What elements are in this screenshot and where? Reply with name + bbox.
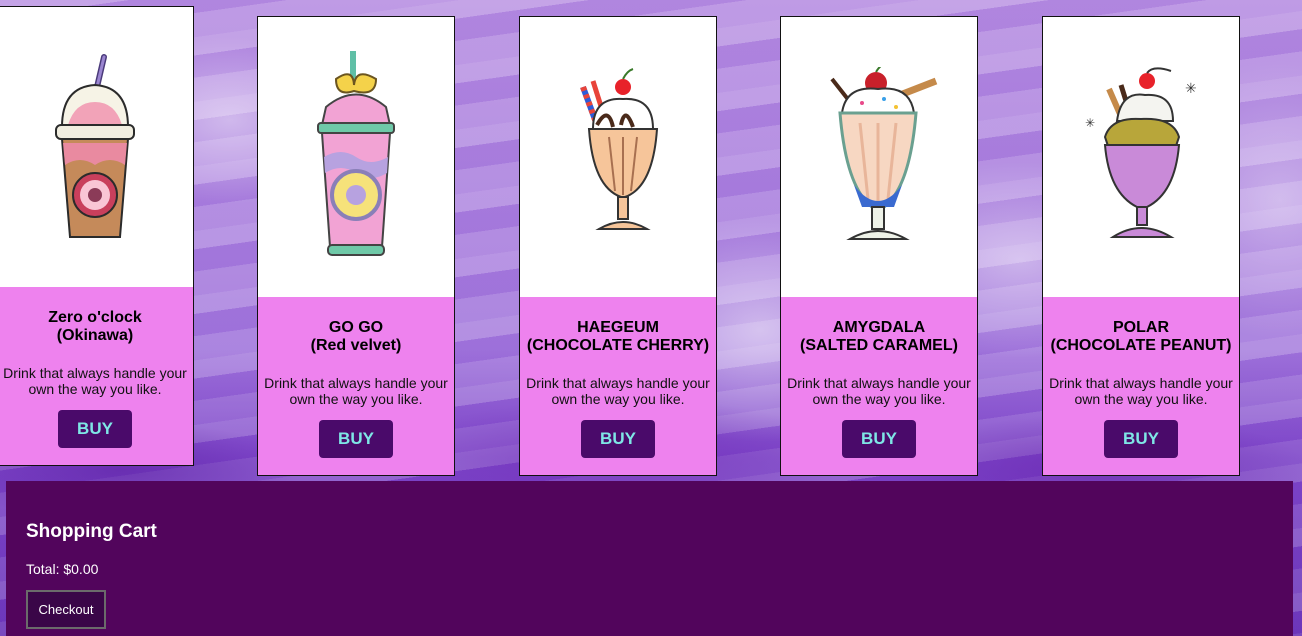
svg-text:✳: ✳ [1185,81,1197,97]
buy-button[interactable]: BUY [319,420,393,458]
product-name: AMYGDALA (SALTED CARAMEL) [800,319,958,354]
product-image [0,7,193,287]
product-description: Drink that always handle your own the wa… [787,375,971,407]
cart-total: Total: $0.00 [26,561,99,577]
product-description: Drink that always handle your own the wa… [526,375,710,407]
product-card-polar: ✳ ✳ POLAR (CHOCOLATE PEANUT) Drink that … [1042,16,1240,476]
shopping-cart: Shopping Cart Total: $0.00 Checkout [6,481,1293,636]
buy-button[interactable]: BUY [842,420,916,458]
buy-button[interactable]: BUY [58,410,132,448]
product-name: HAEGEUM (CHOCOLATE CHERRY) [526,319,710,354]
milkshake-glass-icon [830,67,938,240]
product-image: ✳ ✳ [1043,17,1239,297]
product-name: POLAR (CHOCOLATE PEANUT) [1050,319,1232,354]
cart-title: Shopping Cart [26,521,157,542]
product-card-haegeum: HAEGEUM (CHOCOLATE CHERRY) Drink that al… [519,16,717,476]
checkout-button[interactable]: Checkout [26,590,106,629]
svg-text:✳: ✳ [1085,116,1095,130]
product-description: Drink that always handle your own the wa… [3,365,187,397]
bubble-tea-cup-icon [55,54,135,238]
buy-button[interactable]: BUY [581,420,655,458]
product-name: GO GO (Red velvet) [310,319,402,354]
product-description: Drink that always handle your own the wa… [1049,375,1233,407]
product-image [258,17,454,297]
tumbler-drink-icon [317,51,395,256]
product-description: Drink that always handle your own the wa… [264,375,448,407]
product-card-go-go: GO GO (Red velvet) Drink that always han… [257,16,455,476]
product-name: Zero o'clock (Okinawa) [48,309,142,344]
product-image [520,17,716,297]
product-image [781,17,977,297]
product-card-amygdala: AMYGDALA (SALTED CARAMEL) Drink that alw… [780,16,978,476]
buy-button[interactable]: BUY [1104,420,1178,458]
freakshake-icon: ✳ ✳ [1085,67,1197,238]
product-card-zero-oclock: Zero o'clock (Okinawa) Drink that always… [0,6,194,466]
sundae-glass-icon [580,68,659,230]
